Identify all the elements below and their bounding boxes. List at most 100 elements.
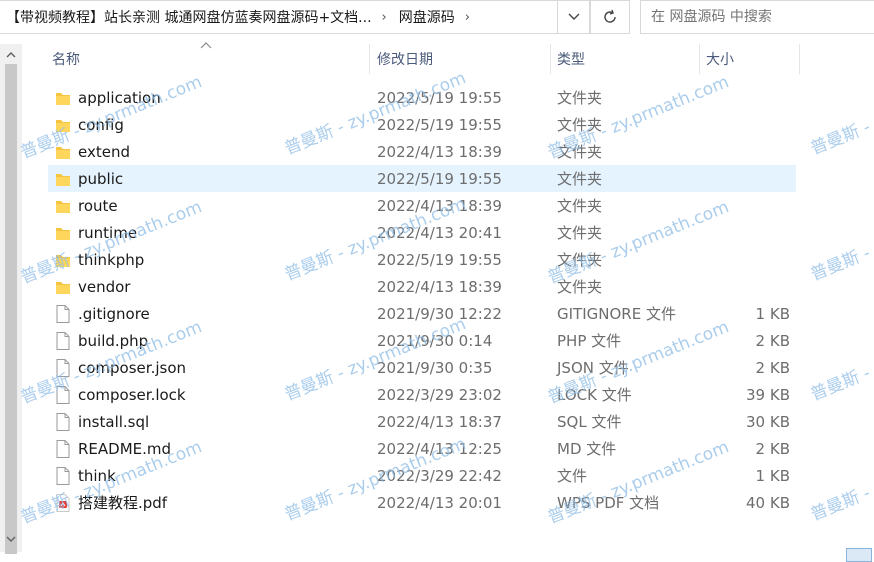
- file-row[interactable]: README.md 2022/4/13 12:25 MD 文件 2 KB: [48, 435, 796, 462]
- file-icon: [54, 304, 72, 324]
- watermark-text: 普曼斯 - zy.prmath.com: [807, 314, 874, 406]
- scroll-up-icon[interactable]: [6, 50, 16, 60]
- file-name[interactable]: install.sql: [78, 413, 149, 431]
- breadcrumb[interactable]: 【带视频教程】站长亲测 城通网盘仿蓝奏网盘源码+文档... › 网盘源码 ›: [0, 0, 558, 34]
- file-row[interactable]: .gitignore 2021/9/30 12:22 GITIGNORE 文件 1 K…: [48, 300, 796, 327]
- file-size: 30 KB: [746, 412, 790, 431]
- file-name[interactable]: composer.lock: [78, 386, 186, 404]
- watermark-text: 普曼斯 - zy.prmath.com: [807, 194, 874, 286]
- file-type: JSON 文件: [557, 359, 629, 377]
- search-box[interactable]: [640, 0, 874, 34]
- file-name[interactable]: vendor: [78, 278, 130, 296]
- file-date: 2022/4/13 18:39: [377, 196, 502, 215]
- column-header-name[interactable]: 名称: [46, 44, 370, 74]
- file-icon: [54, 385, 72, 405]
- column-header-type[interactable]: 类型: [551, 44, 700, 74]
- file-row[interactable]: public 2022/5/19 19:55 文件夹: [48, 165, 796, 192]
- file-row[interactable]: extend 2022/4/13 18:39 文件夹: [48, 138, 796, 165]
- column-header: 名称 修改日期 类型 大小: [22, 42, 874, 74]
- file-type: 文件夹: [557, 278, 603, 296]
- file-date: 2022/5/19 19:55: [377, 250, 502, 269]
- file-row[interactable]: runtime 2022/4/13 20:41 文件夹: [48, 219, 796, 246]
- file-row[interactable]: composer.lock 2022/3/29 23:02 LOCK 文件 39 KB: [48, 381, 796, 408]
- file-row[interactable]: application 2022/5/19 19:55 文件夹: [48, 84, 796, 111]
- file-name[interactable]: build.php: [78, 332, 148, 350]
- refresh-button[interactable]: [590, 0, 630, 34]
- view-toggle-button[interactable]: [846, 548, 872, 562]
- file-row[interactable]: vendor 2022/4/13 18:39 文件夹: [48, 273, 796, 300]
- file-name[interactable]: public: [78, 170, 123, 188]
- file-name[interactable]: thinkphp: [78, 251, 144, 269]
- file-date: 2022/3/29 23:02: [377, 385, 502, 404]
- file-date: 2022/3/29 22:42: [377, 466, 502, 485]
- scroll-down-icon[interactable]: [6, 534, 16, 544]
- folder-icon: [54, 223, 72, 243]
- file-type: WPS PDF 文档: [557, 494, 660, 512]
- file-type: 文件夹: [557, 251, 603, 269]
- breadcrumb-chevron-icon[interactable]: ›: [459, 10, 476, 25]
- search-input[interactable]: [651, 9, 851, 25]
- file-row[interactable]: composer.json 2021/9/30 0:35 JSON 文件 2 KB: [48, 354, 796, 381]
- file-icon: [54, 358, 72, 378]
- file-date: 2022/5/19 19:55: [377, 88, 502, 107]
- breadcrumb-parent[interactable]: 【带视频教程】站长亲测 城通网盘仿蓝奏网盘源码+文档...: [0, 7, 376, 27]
- file-date: 2021/9/30 0:35: [377, 358, 493, 377]
- file-name[interactable]: 搭建教程.pdf: [78, 492, 167, 513]
- file-row[interactable]: think 2022/3/29 22:42 文件 1 KB: [48, 462, 796, 489]
- file-size: 39 KB: [746, 385, 790, 404]
- file-name[interactable]: runtime: [78, 224, 137, 242]
- file-size: 40 KB: [746, 493, 790, 512]
- file-row[interactable]: build.php 2021/9/30 0:14 PHP 文件 2 KB: [48, 327, 796, 354]
- column-header-date-label: 修改日期: [377, 52, 433, 68]
- file-icon: [54, 466, 72, 486]
- file-type: 文件夹: [557, 116, 603, 134]
- file-date: 2022/5/19 19:55: [377, 115, 502, 134]
- file-type: 文件夹: [557, 143, 603, 161]
- file-size: 1 KB: [755, 304, 790, 323]
- pdf-icon: [54, 493, 72, 513]
- file-name[interactable]: extend: [78, 143, 130, 161]
- folder-icon: [54, 88, 72, 108]
- folder-icon: [54, 277, 72, 297]
- breadcrumb-current[interactable]: 网盘源码: [393, 7, 459, 27]
- address-history-dropdown[interactable]: [558, 0, 590, 34]
- file-type: LOCK 文件: [557, 386, 632, 404]
- file-type: MD 文件: [557, 440, 617, 458]
- file-date: 2022/5/19 19:55: [377, 169, 502, 188]
- file-list: application 2022/5/19 19:55 文件夹 config 2022/…: [48, 84, 796, 516]
- watermark-text: 普曼斯 - zy.prmath.com: [807, 68, 874, 160]
- file-row[interactable]: install.sql 2022/4/13 18:37 SQL 文件 30 KB: [48, 408, 796, 435]
- file-type: 文件夹: [557, 224, 603, 242]
- file-date: 2021/9/30 12:22: [377, 304, 502, 323]
- file-row[interactable]: config 2022/5/19 19:55 文件夹: [48, 111, 796, 138]
- file-name[interactable]: route: [78, 197, 118, 215]
- file-name[interactable]: composer.json: [78, 359, 186, 377]
- scrollbar-thumb[interactable]: [5, 64, 17, 554]
- column-header-date[interactable]: 修改日期: [371, 44, 551, 74]
- watermark-text: 普曼斯 - zy.prmath.com: [807, 434, 874, 526]
- file-name[interactable]: .gitignore: [78, 305, 150, 323]
- file-name[interactable]: README.md: [78, 440, 171, 458]
- folder-icon: [54, 115, 72, 135]
- file-type: 文件夹: [557, 89, 603, 107]
- vertical-scrollbar[interactable]: [0, 44, 22, 554]
- refresh-icon: [604, 9, 616, 23]
- file-type: GITIGNORE 文件: [557, 305, 676, 323]
- file-type: PHP 文件: [557, 332, 622, 350]
- file-row[interactable]: route 2022/4/13 18:39 文件夹: [48, 192, 796, 219]
- file-name[interactable]: application: [78, 89, 161, 107]
- file-name[interactable]: think: [78, 467, 116, 485]
- file-type: 文件: [557, 467, 588, 485]
- file-date: 2022/4/13 18:39: [377, 277, 502, 296]
- file-name[interactable]: config: [78, 116, 124, 134]
- file-date: 2022/4/13 18:37: [377, 412, 502, 431]
- file-type: 文件夹: [557, 170, 603, 188]
- column-header-size[interactable]: 大小: [700, 44, 800, 74]
- file-row[interactable]: thinkphp 2022/5/19 19:55 文件夹: [48, 246, 796, 273]
- file-type: SQL 文件: [557, 413, 622, 431]
- breadcrumb-chevron-icon[interactable]: ›: [376, 10, 393, 25]
- file-icon: [54, 331, 72, 351]
- file-date: 2022/4/13 18:39: [377, 142, 502, 161]
- file-row[interactable]: 搭建教程.pdf 2022/4/13 20:01 WPS PDF 文档 40 KB: [48, 489, 796, 516]
- file-size: 2 KB: [755, 331, 790, 350]
